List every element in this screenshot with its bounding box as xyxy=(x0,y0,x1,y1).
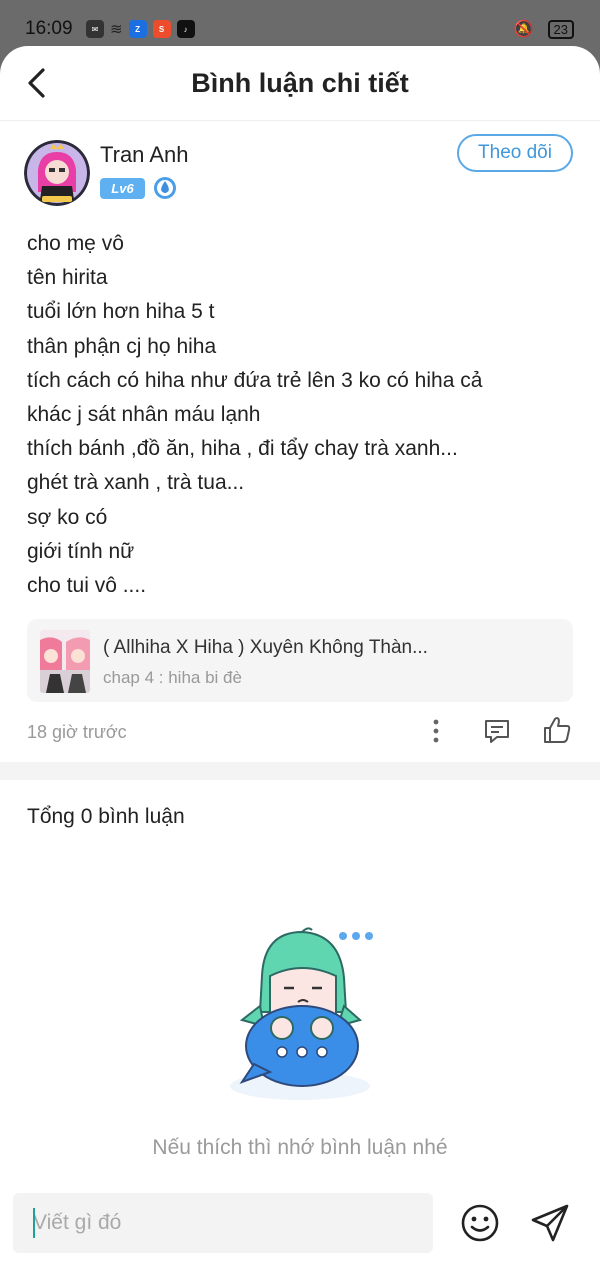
comment-count: Tổng 0 bình luận xyxy=(27,805,185,828)
post-line: ghét trà xanh , trà tua... xyxy=(27,471,245,495)
comment-detail-sheet: Bình luận chi tiết Tran Anh Lv6 Theo dõi xyxy=(0,46,600,1267)
text-cursor xyxy=(33,1208,35,1238)
comment-input[interactable] xyxy=(13,1193,433,1253)
story-title: ( Allhiha X Hiha ) Xuyên Không Thàn... xyxy=(103,637,428,658)
tiktok-icon: ♪ xyxy=(176,20,195,38)
author-row: Tran Anh Lv6 Theo dõi xyxy=(24,134,576,220)
battery-indicator: 23 xyxy=(547,19,574,39)
story-thumbnail xyxy=(40,630,90,693)
post-line: thân phận cj họ hiha xyxy=(27,334,217,358)
follow-button[interactable]: Theo dõi xyxy=(457,134,573,172)
author-name[interactable]: Tran Anh xyxy=(100,142,188,168)
status-time: 16:09 xyxy=(25,18,73,39)
post-line: tuổi lớn hơn hiha 5 t xyxy=(27,300,215,324)
header: Bình luận chi tiết xyxy=(0,46,600,121)
empty-comments-text: Nếu thích thì nhớ bình luận nhé xyxy=(152,1136,448,1159)
post-line: cho mẹ vô xyxy=(27,232,124,255)
post-line: cho tui vô .... xyxy=(27,574,147,598)
post-timestamp: 18 giờ trước xyxy=(27,722,127,742)
section-divider xyxy=(0,762,600,780)
send-icon[interactable] xyxy=(529,1202,571,1244)
post-line: tên hirita xyxy=(27,266,108,290)
post-line: tích cách có hiha như đứa trẻ lên 3 ko c… xyxy=(27,368,483,392)
linked-story-card[interactable]: ( Allhiha X Hiha ) Xuyên Không Thàn... c… xyxy=(27,619,573,702)
shopee-icon: S xyxy=(152,20,171,38)
page-title: Bình luận chi tiết xyxy=(191,68,409,98)
wifi-icon: ≋ xyxy=(110,21,123,38)
post-line: khác j sát nhân máu lạnh xyxy=(27,403,261,427)
post-line: sợ ko có xyxy=(27,505,108,529)
more-options-icon[interactable] xyxy=(427,716,445,746)
post-line: thích bánh ,đồ ăn, hiha , đi tẩy chay tr… xyxy=(27,437,458,461)
status-icons: ✉ ≋ Z S ♪ xyxy=(86,20,195,38)
level-badge: Lv6 xyxy=(100,178,145,199)
zalo-icon: Z xyxy=(128,20,147,38)
story-chapter: chap 4 : hiha bi đè xyxy=(103,668,242,687)
thumbs-up-icon[interactable] xyxy=(541,714,573,746)
message-icon: ✉ xyxy=(86,20,104,38)
water-drop-badge-icon xyxy=(154,177,176,199)
comment-icon[interactable] xyxy=(482,716,512,746)
avatar[interactable] xyxy=(24,140,90,206)
emoji-icon[interactable] xyxy=(459,1202,501,1244)
post-text: cho mẹ vô tên hirita tuổi lớn hơn hiha 5… xyxy=(27,227,573,603)
post-line: giới tính nữ xyxy=(27,539,135,563)
empty-comments-mascot-illustration xyxy=(230,927,373,1100)
silent-icon: 🔕 xyxy=(513,21,534,38)
comment-input-bar xyxy=(0,1178,600,1267)
